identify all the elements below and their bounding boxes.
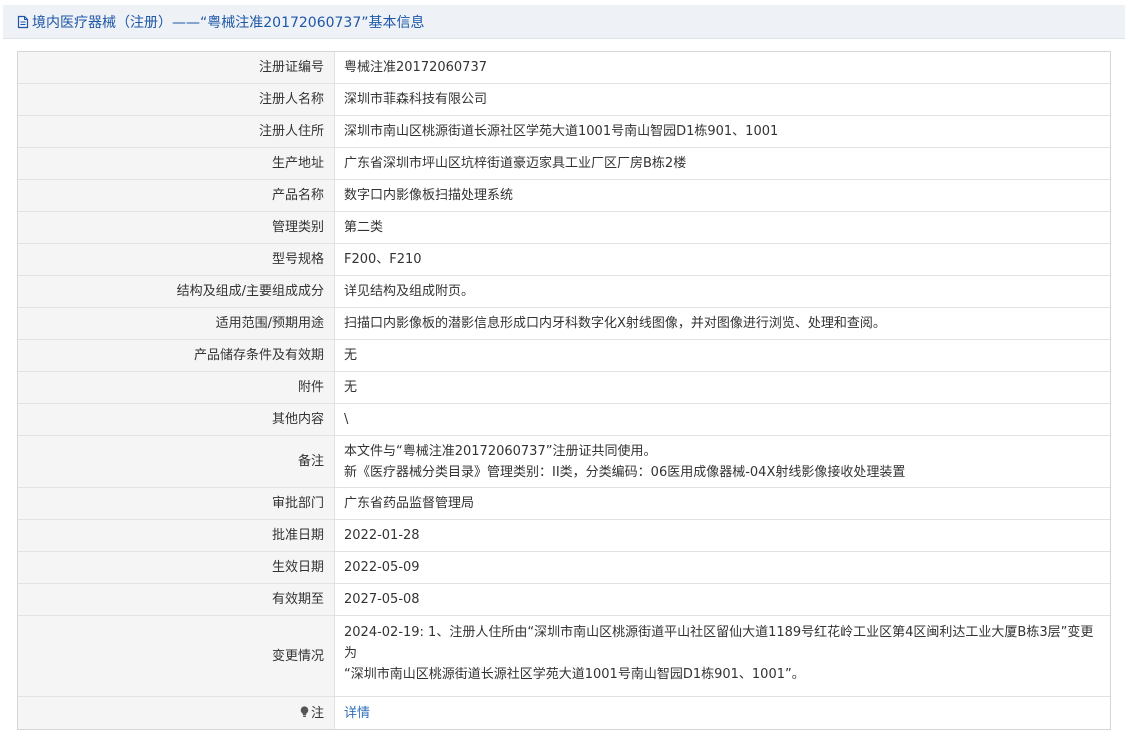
row-label: 变更情况 — [18, 615, 335, 697]
row-value: 广东省深圳市坪山区坑梓街道豪迈家具工业厂区厂房B栋2楼 — [334, 147, 1110, 180]
row-label: 产品名称 — [18, 179, 335, 212]
row-value: \ — [334, 403, 1110, 436]
table-row: 产品储存条件及有效期 无 — [18, 339, 1110, 372]
table-row: 注册人名称 深圳市菲森科技有限公司 — [18, 83, 1110, 116]
row-label: 审批部门 — [18, 487, 335, 520]
document-icon — [16, 15, 30, 29]
row-label: 产品储存条件及有效期 — [18, 339, 335, 372]
detail-value: 详情 — [334, 696, 1110, 729]
row-value: 深圳市南山区桃源街道长源社区学苑大道1001号南山智园D1栋901、1001 — [334, 115, 1110, 148]
table-row: 有效期至 2027-05-08 — [18, 583, 1110, 616]
row-value: 2022-05-09 — [334, 551, 1110, 584]
table-row-change: 变更情况 2024-02-19: 1、注册人住所由“深圳市南山区桃源街道平山社区… — [18, 615, 1110, 697]
table-row-detail: 注 详情 — [18, 696, 1110, 729]
row-label: 注册证编号 — [18, 52, 335, 84]
row-label: 附件 — [18, 371, 335, 404]
row-value: 无 — [334, 371, 1110, 404]
row-label: 其他内容 — [18, 403, 335, 436]
detail-label: 注 — [18, 696, 335, 729]
table-row: 审批部门 广东省药品监督管理局 — [18, 487, 1110, 520]
row-value: 扫描口内影像板的潜影信息形成口内牙科数字化X射线图像，并对图像进行浏览、处理和查… — [334, 307, 1110, 340]
note-line: 本文件与“粤械注准20172060737”注册证共同使用。 — [344, 443, 657, 459]
table-row: 批准日期 2022-01-28 — [18, 519, 1110, 552]
page-header: 境内医疗器械（注册）——“粤械注准20172060737”基本信息 — [3, 5, 1125, 39]
row-label: 注册人名称 — [18, 83, 335, 116]
row-value: 广东省药品监督管理局 — [334, 487, 1110, 520]
table-row: 结构及组成/主要组成成分 详见结构及组成附页。 — [18, 275, 1110, 308]
table-row: 注册证编号 粤械注准20172060737 — [18, 52, 1110, 84]
table-row: 注册人住所 深圳市南山区桃源街道长源社区学苑大道1001号南山智园D1栋901、… — [18, 115, 1110, 148]
row-label: 批准日期 — [18, 519, 335, 552]
row-value: 无 — [334, 339, 1110, 372]
table-row-note: 备注 本文件与“粤械注准20172060737”注册证共同使用。 新《医疗器械分… — [18, 435, 1110, 488]
page-title: 境内医疗器械（注册）——“粤械注准20172060737”基本信息 — [32, 14, 425, 31]
row-value: 第二类 — [334, 211, 1110, 244]
table-row: 生效日期 2022-05-09 — [18, 551, 1110, 584]
table-row: 其他内容 \ — [18, 403, 1110, 436]
change-line: “深圳市南山区桃源街道长源社区学苑大道1001号南山智园D1栋901、1001”… — [344, 667, 805, 682]
table-row: 适用范围/预期用途 扫描口内影像板的潜影信息形成口内牙科数字化X射线图像，并对图… — [18, 307, 1110, 340]
row-value: 粤械注准20172060737 — [334, 52, 1110, 84]
row-label: 型号规格 — [18, 243, 335, 276]
row-value: 详见结构及组成附页。 — [334, 275, 1110, 308]
table-row: 附件 无 — [18, 371, 1110, 404]
row-value: 深圳市菲森科技有限公司 — [334, 83, 1110, 116]
row-value: F200、F210 — [334, 243, 1110, 276]
row-label: 生产地址 — [18, 147, 335, 180]
change-line: 2024-02-19: 1、注册人住所由“深圳市南山区桃源街道平山社区留仙大道1… — [344, 625, 1094, 661]
detail-link[interactable]: 详情 — [344, 706, 370, 721]
note-line: 新《医疗器械分类目录》管理类别：II类，分类编码：06医用成像器械-04X射线影… — [344, 464, 906, 480]
table-row: 型号规格 F200、F210 — [18, 243, 1110, 276]
table-row: 生产地址 广东省深圳市坪山区坑梓街道豪迈家具工业厂区厂房B栋2楼 — [18, 147, 1110, 180]
change-value: 2024-02-19: 1、注册人住所由“深圳市南山区桃源街道平山社区留仙大道1… — [334, 615, 1110, 697]
info-table: 注册证编号 粤械注准20172060737 注册人名称 深圳市菲森科技有限公司 … — [17, 51, 1111, 730]
note-value: 本文件与“粤械注准20172060737”注册证共同使用。 新《医疗器械分类目录… — [334, 435, 1110, 488]
row-label: 管理类别 — [18, 211, 335, 244]
row-value: 2022-01-28 — [334, 519, 1110, 552]
row-label: 备注 — [18, 435, 335, 488]
row-label: 有效期至 — [18, 583, 335, 616]
row-value: 2027-05-08 — [334, 583, 1110, 616]
row-label: 结构及组成/主要组成成分 — [18, 275, 335, 308]
table-row: 管理类别 第二类 — [18, 211, 1110, 244]
row-label: 注册人住所 — [18, 115, 335, 148]
table-row: 产品名称 数字口内影像板扫描处理系统 — [18, 179, 1110, 212]
row-label: 生效日期 — [18, 551, 335, 584]
lightbulb-icon — [300, 704, 309, 717]
detail-label-text: 注 — [310, 705, 324, 721]
row-label: 适用范围/预期用途 — [18, 307, 335, 340]
row-value: 数字口内影像板扫描处理系统 — [334, 179, 1110, 212]
